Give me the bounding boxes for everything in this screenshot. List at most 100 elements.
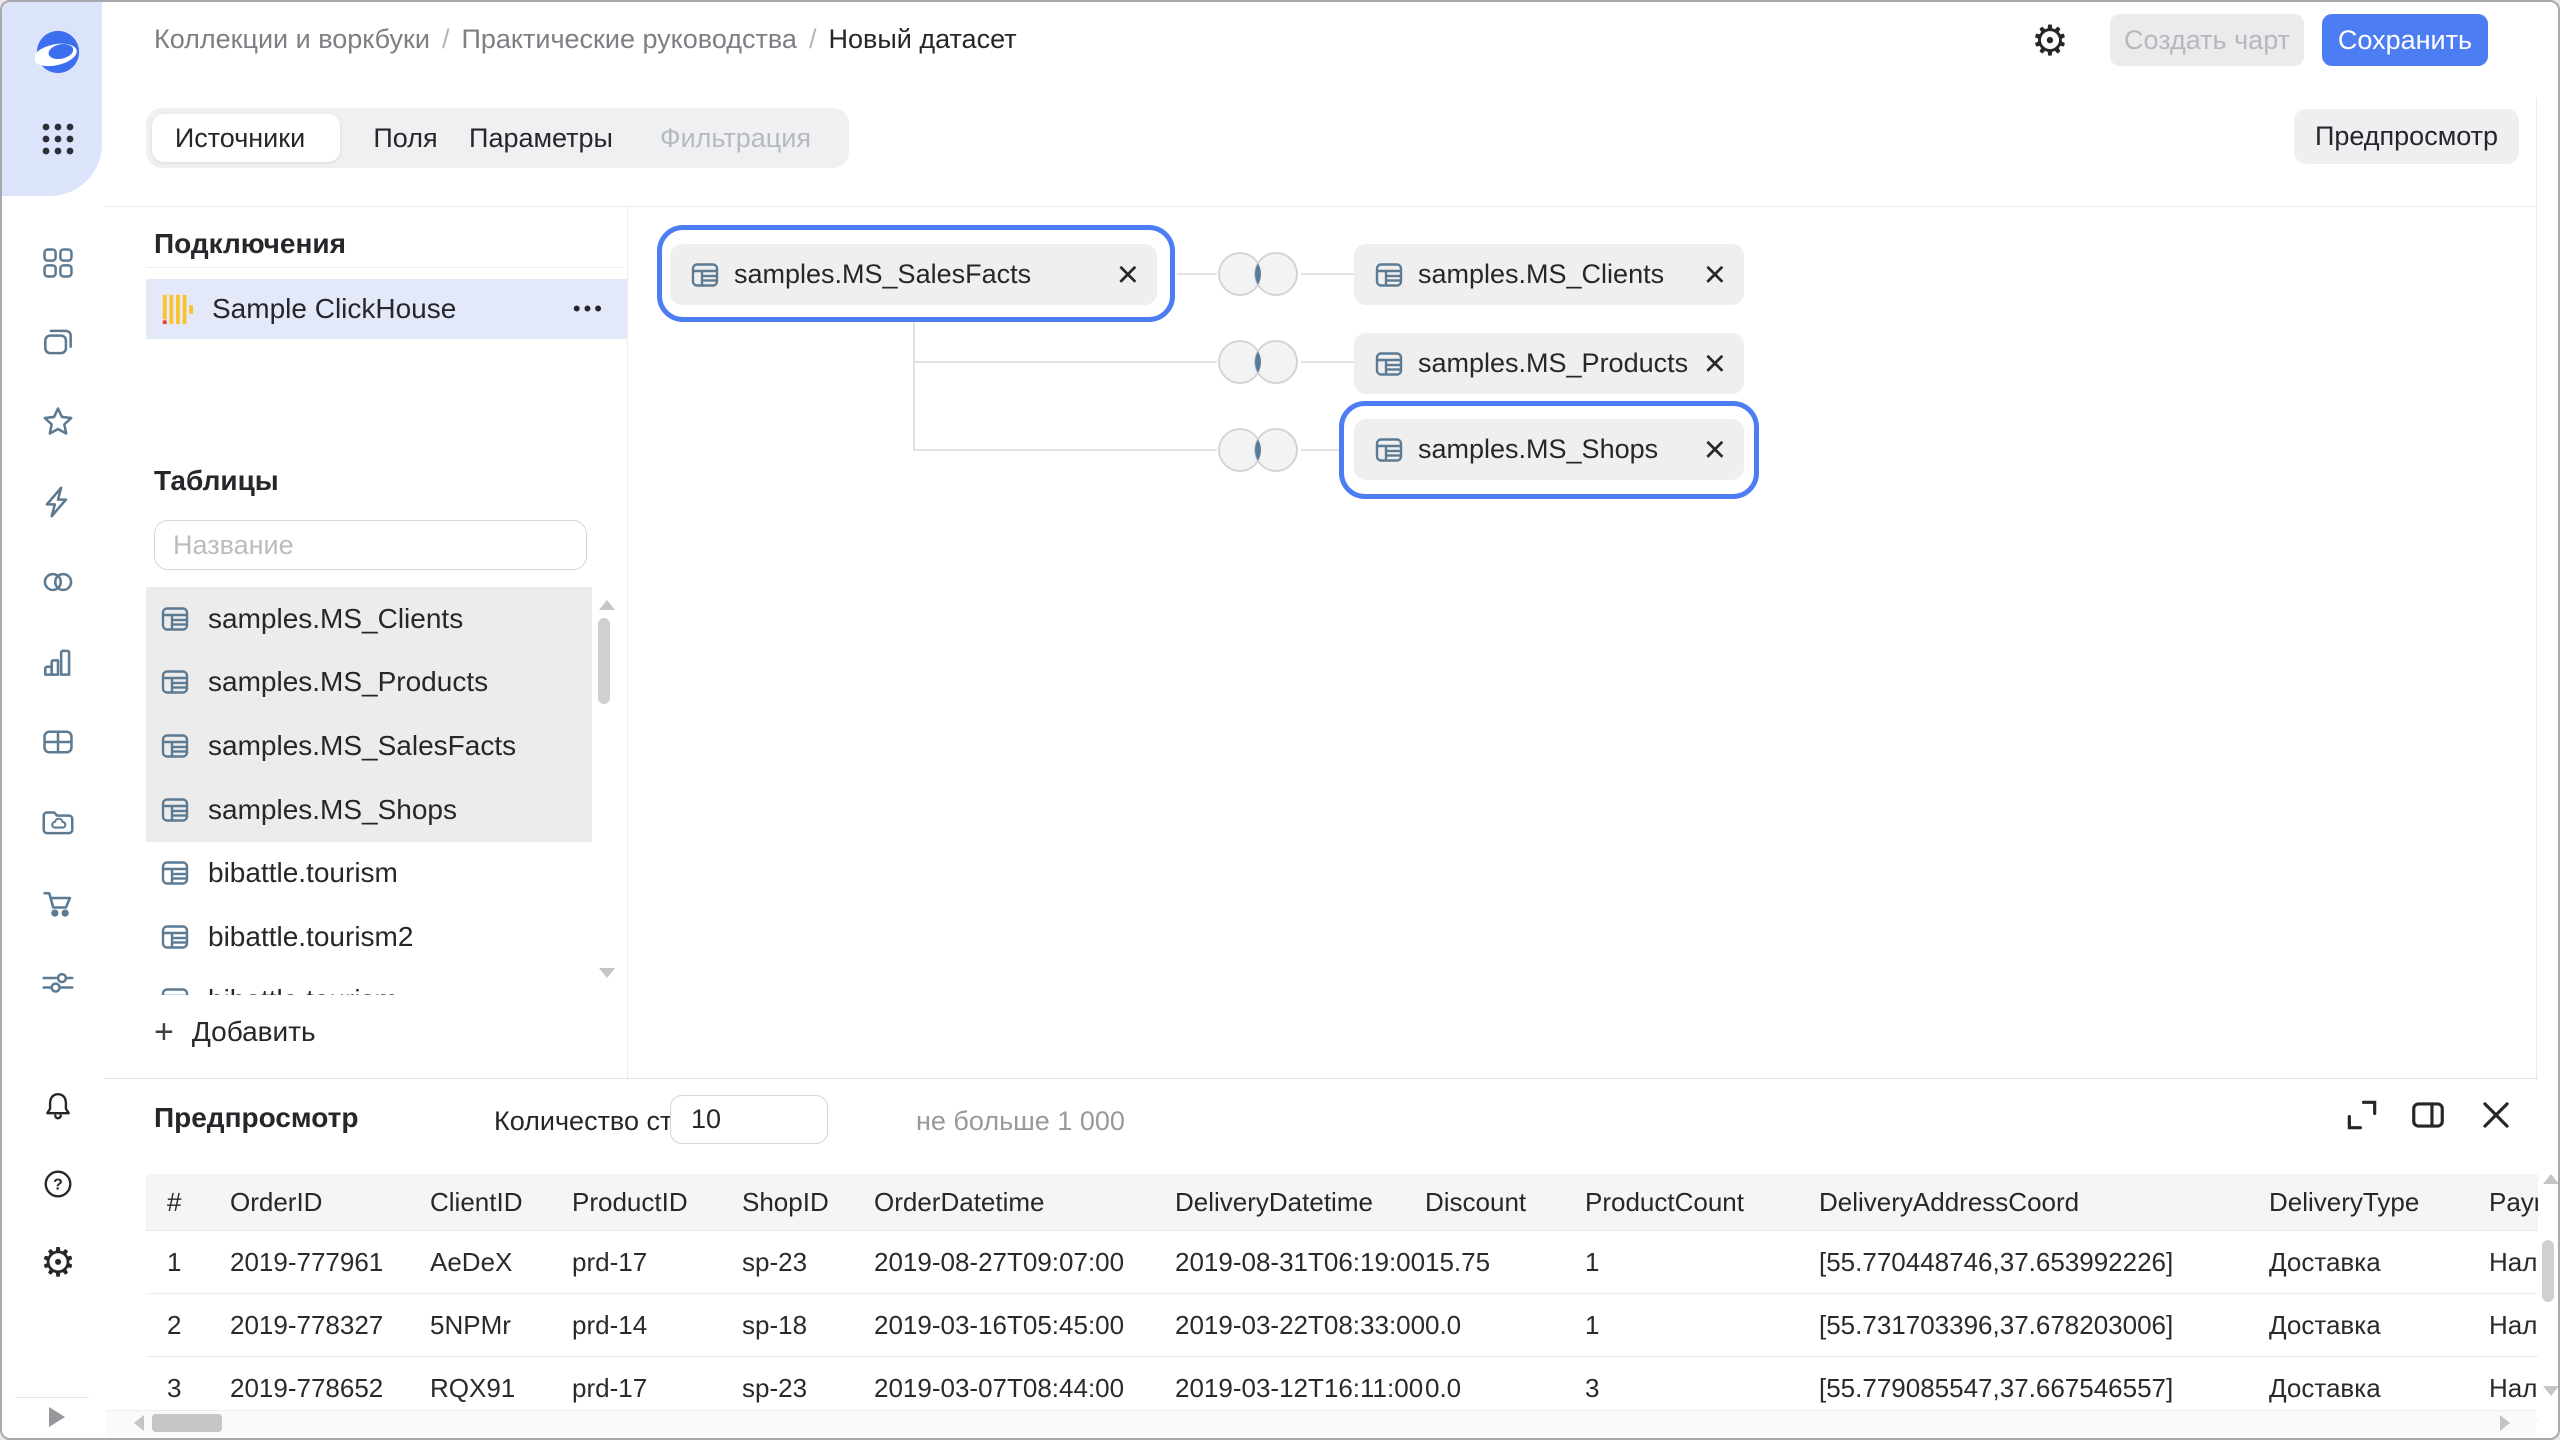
preview-hscrollbar-thumb[interactable] (152, 1414, 222, 1432)
table-cell: 2019-03-12T16:11:00 (1175, 1373, 1425, 1404)
table-cell: 2019-08-27T09:07:00 (874, 1247, 1175, 1278)
canvas-node-shops[interactable]: samples.MS_Shops × (1354, 419, 1744, 480)
plus-icon: + (154, 1015, 174, 1049)
overlapping-circles-icon[interactable] (39, 563, 77, 601)
shopping-cart-icon[interactable] (39, 883, 77, 921)
table-list-item[interactable]: samples.MS_Shops (146, 778, 592, 842)
table-list-label: samples.MS_SalesFacts (208, 730, 516, 762)
tab-1[interactable]: Источники (146, 108, 334, 168)
connections-divider (146, 267, 623, 268)
table-cell: Наличные (2489, 1247, 2538, 1278)
lightning-icon[interactable] (39, 483, 77, 521)
canvas-node-products[interactable]: samples.MS_Products × (1354, 333, 1744, 394)
remove-table-icon[interactable]: × (1704, 436, 1726, 464)
rows-count-input[interactable] (670, 1095, 828, 1144)
table-icon (160, 731, 190, 761)
tab-4: Фильтрация (652, 108, 819, 168)
table-cell: [55.731703396,37.678203006] (1819, 1310, 2269, 1341)
table-cell: Доставка (2269, 1247, 2489, 1278)
settings-gear-icon[interactable]: ⚙ (2028, 14, 2072, 66)
breadcrumb-separator: / (442, 24, 450, 55)
table-cell: 2019-777961 (230, 1247, 430, 1278)
table-list-item[interactable]: bibattle.tourism2 (146, 905, 592, 969)
table-cell: 2 (167, 1310, 230, 1341)
table-cell: 0.0 (1425, 1310, 1585, 1341)
bar-chart-icon[interactable] (39, 643, 77, 681)
stacked-collections-icon[interactable] (39, 323, 77, 361)
table-row: 12019-777961AeDeXprd-17sp-232019-08-27T0… (146, 1231, 2538, 1294)
breadcrumb-item[interactable]: Коллекции и воркбуки (154, 24, 430, 55)
table-cell: Доставка (2269, 1373, 2489, 1404)
preview-scroll-left-icon[interactable] (134, 1415, 144, 1431)
preview-hscrollbar-track[interactable] (106, 1410, 2536, 1436)
create-chart-button[interactable]: Создать чарт (2110, 14, 2304, 66)
breadcrumb-separator: / (809, 24, 817, 55)
table-list-item[interactable]: samples.MS_SalesFacts (146, 714, 592, 778)
join-type-venn-icon[interactable] (1213, 332, 1303, 392)
split-panel-icon[interactable] (2409, 1096, 2447, 1134)
table-cell: sp-18 (742, 1310, 874, 1341)
tab-2[interactable]: Поля (358, 108, 453, 168)
table-cell: 2019-03-07T08:44:00 (874, 1373, 1175, 1404)
add-table-button[interactable]: + Добавить (154, 1014, 316, 1050)
table-list-item[interactable]: bibattle.tourism (146, 969, 592, 995)
table-cell: 1 (1585, 1310, 1819, 1341)
sliders-icon[interactable] (39, 963, 77, 1001)
table-list-item[interactable]: samples.MS_Clients (146, 587, 592, 651)
column-header-ProductCount: ProductCount (1585, 1187, 1819, 1218)
connections-title: Подключения (154, 228, 346, 260)
preview-toggle-button[interactable]: Предпросмотр (2294, 109, 2519, 164)
preview-scroll-right-icon[interactable] (2500, 1415, 2510, 1431)
canvas-node-salesfacts[interactable]: samples.MS_SalesFacts × (670, 244, 1157, 305)
panel-divider (627, 207, 628, 1079)
table-row: 22019-7783275NPMrprd-14sp-182019-03-16T0… (146, 1294, 2538, 1357)
save-button[interactable]: Сохранить (2322, 14, 2488, 66)
help-question-icon[interactable]: ? (39, 1165, 77, 1203)
apps-grid-icon[interactable] (41, 122, 75, 156)
sidebar-divider (15, 1397, 89, 1398)
table-list-label: samples.MS_Clients (208, 603, 463, 635)
ellipsis-menu-icon[interactable]: ••• (573, 296, 605, 322)
node-label: samples.MS_Shops (1418, 434, 1690, 465)
preview-top-border (104, 1078, 2538, 1079)
preview-vscrollbar-thumb[interactable] (2542, 1240, 2554, 1302)
list-scroll-up-icon[interactable] (599, 600, 615, 610)
preview-scroll-up-icon[interactable] (2543, 1174, 2559, 1184)
datalens-logo-icon[interactable] (35, 29, 81, 75)
table-cell: 2019-778652 (230, 1373, 430, 1404)
squares-grid-icon[interactable] (39, 244, 77, 282)
table-list-label: samples.MS_Products (208, 666, 488, 698)
play-expand-icon[interactable] (49, 1407, 65, 1427)
join-type-venn-icon[interactable] (1213, 244, 1303, 304)
table-cell: Доставка (2269, 1310, 2489, 1341)
bell-icon[interactable] (39, 1087, 77, 1125)
table-search-input[interactable] (154, 520, 587, 570)
preview-scroll-down-icon[interactable] (2543, 1386, 2559, 1396)
table-icon (160, 604, 190, 634)
table-cell: 5NPMr (430, 1310, 572, 1341)
table-grid-icon[interactable] (39, 723, 77, 761)
remove-table-icon[interactable]: × (1704, 261, 1726, 289)
remove-table-icon[interactable]: × (1117, 261, 1139, 289)
connection-item-sample-clickhouse[interactable]: Sample ClickHouse ••• (146, 279, 627, 339)
list-scrollbar-thumb[interactable] (598, 618, 610, 704)
expand-icon[interactable] (2343, 1096, 2381, 1134)
close-icon[interactable] (2477, 1096, 2515, 1134)
join-type-venn-icon[interactable] (1213, 420, 1303, 480)
node-label: samples.MS_Products (1418, 348, 1690, 379)
column-header-Discount: Discount (1425, 1187, 1585, 1218)
breadcrumb-item[interactable]: Практические руководства (461, 24, 796, 55)
table-list-item[interactable]: samples.MS_Products (146, 651, 592, 715)
table-icon (1374, 260, 1404, 290)
gear-icon[interactable]: ⚙ (39, 1244, 77, 1282)
rows-limit-hint: не больше 1 000 (916, 1106, 1125, 1137)
star-icon[interactable] (39, 403, 77, 441)
canvas-node-clients[interactable]: samples.MS_Clients × (1354, 244, 1744, 305)
table-list-item[interactable]: bibattle.tourism (146, 841, 592, 905)
list-scroll-down-icon[interactable] (599, 968, 615, 978)
tab-3[interactable]: Параметры (464, 108, 618, 168)
add-table-label: Добавить (192, 1016, 316, 1048)
remove-table-icon[interactable]: × (1704, 350, 1726, 378)
breadcrumb: Коллекции и воркбуки / Практические руково… (154, 22, 1017, 56)
folder-cloud-icon[interactable] (39, 803, 77, 841)
